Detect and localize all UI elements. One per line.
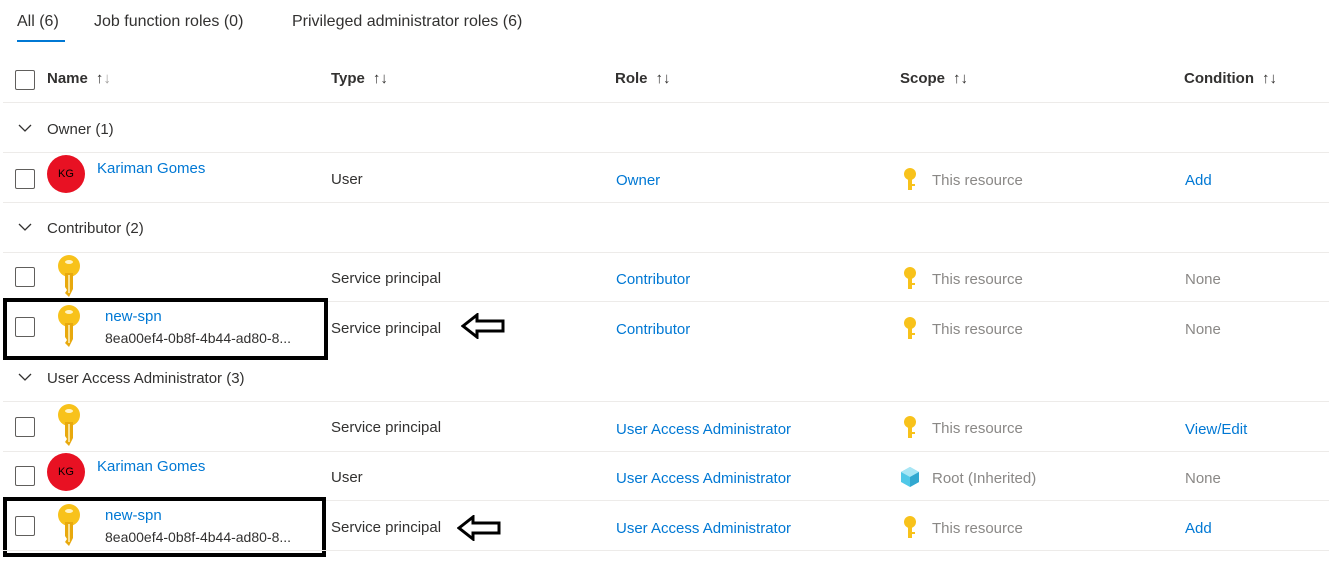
row-checkbox[interactable] (15, 169, 35, 189)
chevron-down-icon[interactable] (18, 370, 32, 384)
scope-cell: This resource (932, 321, 1023, 338)
scope-key-icon (904, 516, 916, 538)
principal-name-link[interactable]: new-spn (105, 308, 162, 325)
key-icon (58, 255, 80, 297)
left-arrow-icon (461, 313, 505, 339)
condition-cell: None (1185, 271, 1221, 288)
condition-view-edit-link[interactable]: View/Edit (1185, 421, 1247, 438)
chevron-down-icon[interactable] (18, 220, 32, 234)
tab-all[interactable]: All (6) (17, 13, 59, 31)
row-checkbox[interactable] (15, 267, 35, 287)
role-link[interactable]: Owner (616, 172, 660, 189)
divider (3, 550, 1329, 551)
chevron-down-icon[interactable] (18, 121, 32, 135)
tab-privileged-administrator-roles[interactable]: Privileged administrator roles (6) (292, 13, 522, 31)
key-icon (58, 305, 80, 347)
role-link[interactable]: User Access Administrator (616, 421, 791, 438)
scope-cell: This resource (932, 271, 1023, 288)
scope-key-icon (904, 267, 916, 289)
active-tab-indicator (17, 40, 65, 42)
avatar: KG (47, 155, 85, 193)
select-all-checkbox[interactable] (15, 70, 35, 90)
divider (3, 401, 1329, 402)
role-link[interactable]: User Access Administrator (616, 470, 791, 487)
scope-key-icon (904, 416, 916, 438)
divider (3, 252, 1329, 253)
type-cell: Service principal (331, 270, 442, 287)
divider (3, 152, 1329, 153)
row-checkbox[interactable] (15, 466, 35, 486)
key-icon (58, 504, 80, 546)
key-icon (58, 404, 80, 446)
condition-cell: None (1185, 470, 1221, 487)
row-checkbox[interactable] (15, 516, 35, 536)
condition-add-link[interactable]: Add (1185, 172, 1212, 189)
group-header-user-access-administrator: User Access Administrator (3) (47, 370, 245, 387)
role-link[interactable]: Contributor (616, 271, 690, 288)
highlight-box (3, 497, 326, 557)
tab-job-function-roles[interactable]: Job function roles (0) (94, 13, 243, 31)
column-header-condition[interactable]: Condition ↑↓ (1184, 70, 1277, 87)
row-checkbox[interactable] (15, 417, 35, 437)
sort-icon[interactable]: ↑↓ (656, 70, 671, 87)
divider (3, 102, 1329, 103)
divider (3, 451, 1329, 452)
scope-key-icon (904, 317, 916, 339)
role-link[interactable]: User Access Administrator (616, 520, 791, 537)
management-group-cube-icon (901, 467, 919, 487)
principal-name-link[interactable]: Kariman Gomes (97, 458, 205, 475)
condition-add-link[interactable]: Add (1185, 520, 1212, 537)
type-cell: Service principal (331, 320, 442, 337)
type-cell: User (331, 171, 363, 188)
column-header-scope[interactable]: Scope ↑↓ (900, 70, 968, 87)
type-cell: Service principal (331, 419, 442, 436)
role-link[interactable]: Contributor (616, 321, 690, 338)
type-cell: User (331, 469, 363, 486)
column-header-role[interactable]: Role ↑↓ (615, 70, 671, 87)
scope-cell: This resource (932, 420, 1023, 437)
principal-name-link[interactable]: new-spn (105, 507, 162, 524)
sort-icon[interactable]: ↑↓ (373, 70, 388, 87)
sort-icon[interactable]: ↑↓ (1262, 70, 1277, 87)
highlight-box (3, 298, 328, 360)
sort-icon[interactable]: ↑↓ (96, 70, 111, 87)
scope-key-icon (904, 168, 916, 190)
scope-cell: Root (Inherited) (932, 470, 1037, 487)
avatar: KG (47, 453, 85, 491)
sort-icon[interactable]: ↑↓ (953, 70, 968, 87)
principal-name-link[interactable]: Kariman Gomes (97, 160, 205, 177)
condition-cell: None (1185, 321, 1221, 338)
group-header-contributor: Contributor (2) (47, 220, 144, 237)
column-header-type[interactable]: Type ↑↓ (331, 70, 388, 87)
row-checkbox[interactable] (15, 317, 35, 337)
type-cell: Service principal (331, 519, 442, 536)
scope-cell: This resource (932, 520, 1023, 537)
scope-cell: This resource (932, 172, 1023, 189)
group-header-owner: Owner (1) (47, 121, 114, 138)
column-header-name[interactable]: Name ↑↓ (47, 70, 111, 87)
principal-object-id: 8ea00ef4-0b8f-4b44-ad80-8... (105, 529, 292, 545)
divider (3, 202, 1329, 203)
left-arrow-icon (457, 515, 501, 541)
principal-object-id: 8ea00ef4-0b8f-4b44-ad80-8... (105, 330, 292, 346)
